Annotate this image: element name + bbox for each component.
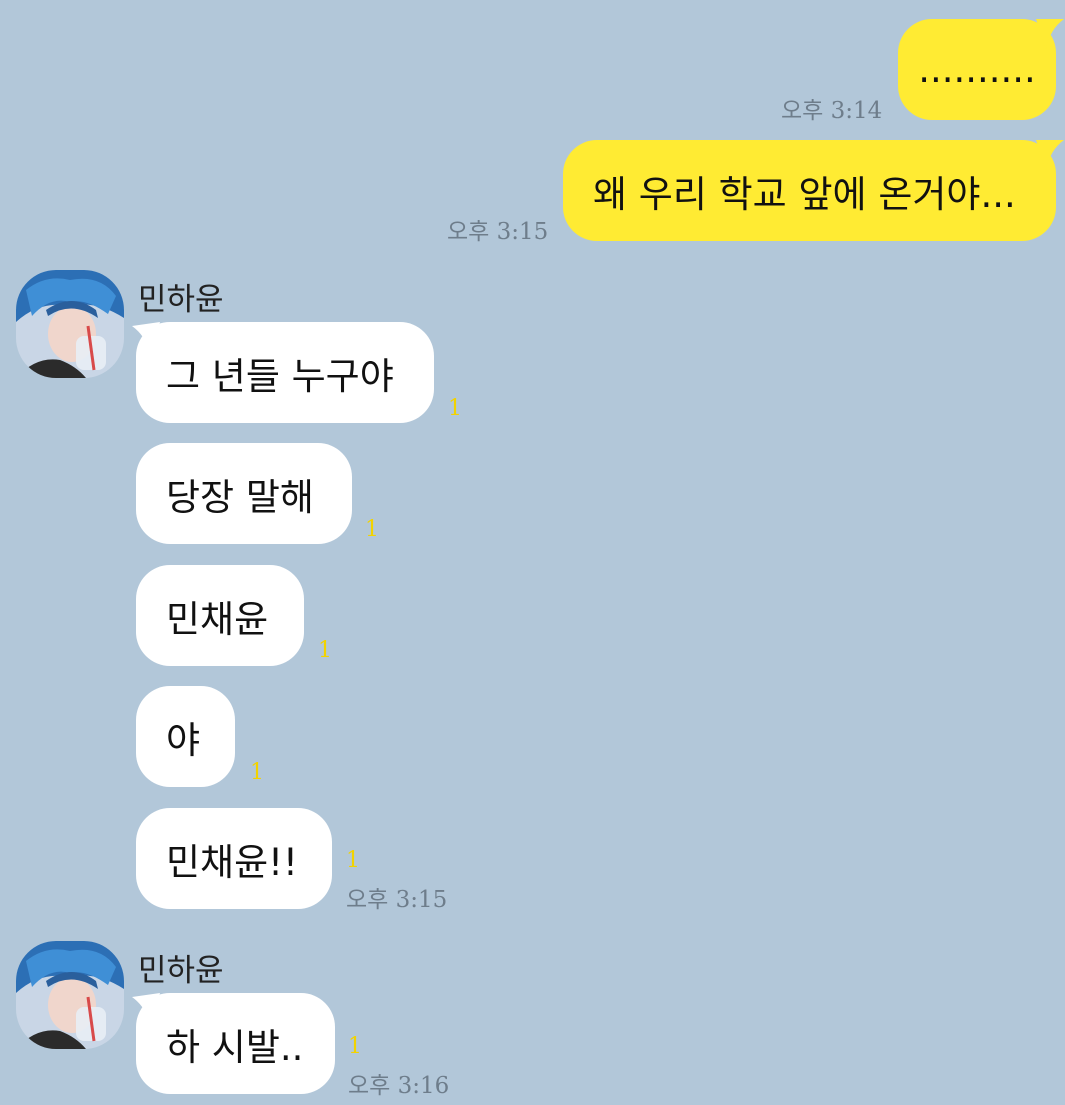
message-timestamp: 오후 3:16 — [348, 1073, 450, 1099]
sender-avatar[interactable] — [16, 941, 124, 1049]
unread-count: 1 — [250, 760, 264, 785]
received-message-bubble[interactable]: 당장 말해 — [136, 443, 352, 544]
received-message-bubble[interactable]: 하 시발.. — [136, 993, 335, 1094]
message-timestamp: 오후 3:15 — [346, 887, 448, 913]
received-message-bubble[interactable]: 야 — [136, 686, 235, 787]
received-message-bubble[interactable]: 그 년들 누구야 — [136, 322, 434, 423]
sender-name: 민하윤 — [138, 282, 224, 318]
bubble-tail-icon — [1036, 140, 1064, 170]
message-text: 야 — [166, 718, 201, 762]
message-timestamp: 오후 3:14 — [781, 98, 883, 124]
sender-avatar[interactable] — [16, 270, 124, 378]
bubble-tail-icon — [1036, 19, 1064, 49]
message-text: 민채윤 — [166, 597, 269, 641]
received-message-bubble[interactable]: 민채윤 — [136, 565, 304, 666]
unread-count: 1 — [365, 517, 379, 542]
message-timestamp: 오후 3:15 — [447, 219, 549, 245]
message-text: 왜 우리 학교 앞에 온거야... — [593, 172, 1016, 216]
profile-photo-icon — [16, 941, 124, 1049]
message-text: 하 시발.. — [166, 1025, 304, 1069]
unread-count: 1 — [346, 848, 360, 873]
message-text: .......... — [918, 48, 1036, 91]
unread-count: 1 — [348, 1034, 362, 1059]
sent-message-bubble[interactable]: .......... — [898, 19, 1056, 120]
message-text: 당장 말해 — [166, 475, 314, 519]
message-text: 민채윤!! — [166, 840, 298, 884]
message-text: 그 년들 누구야 — [166, 354, 394, 398]
unread-count: 1 — [318, 638, 332, 663]
sent-message-bubble[interactable]: 왜 우리 학교 앞에 온거야... — [563, 140, 1056, 241]
unread-count: 1 — [448, 396, 462, 421]
sender-name: 민하윤 — [138, 953, 224, 989]
profile-photo-icon — [16, 270, 124, 378]
received-message-bubble[interactable]: 민채윤!! — [136, 808, 332, 909]
